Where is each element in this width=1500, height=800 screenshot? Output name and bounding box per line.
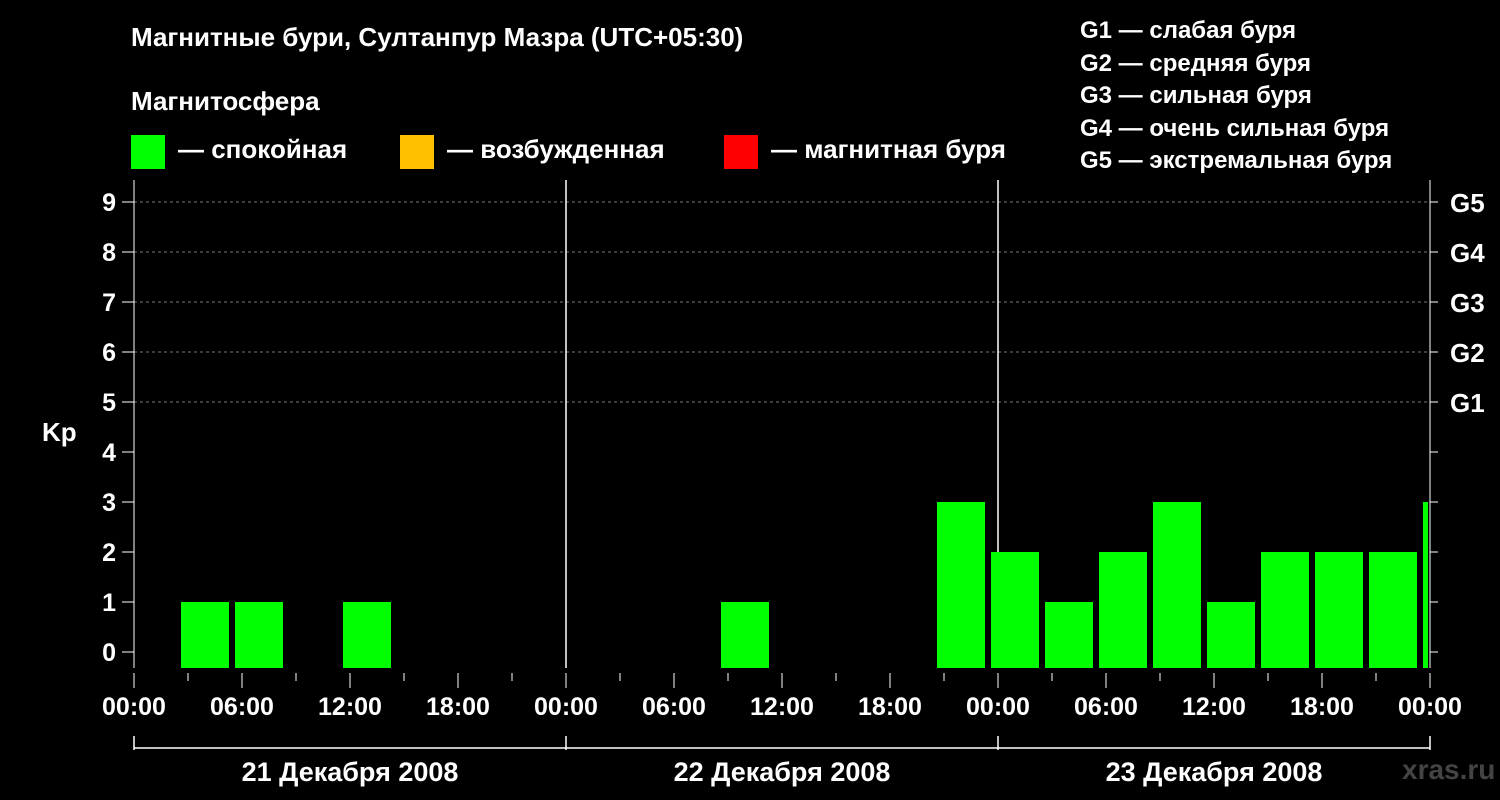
kp-bar xyxy=(1099,552,1147,668)
g-level-label: G1 xyxy=(1450,388,1485,418)
kp-bar xyxy=(1423,502,1428,668)
y-tick-label: 5 xyxy=(102,389,116,417)
day-label: 23 Декабря 2008 xyxy=(1106,757,1323,787)
x-tick-label: 00:00 xyxy=(534,693,598,721)
y-axis-label: Kp xyxy=(42,417,77,447)
x-tick-label: 06:00 xyxy=(210,693,274,721)
y-tick-label: 2 xyxy=(102,539,116,567)
day-label: 22 Декабря 2008 xyxy=(674,757,891,787)
kp-bar xyxy=(721,602,769,668)
kp-bar xyxy=(1369,552,1417,668)
y-tick-label: 0 xyxy=(102,639,116,667)
y-tick-label: 1 xyxy=(102,589,116,617)
x-tick-label: 00:00 xyxy=(966,693,1030,721)
x-tick-label: 18:00 xyxy=(426,693,490,721)
kp-bar xyxy=(937,502,985,668)
x-tick-label: 12:00 xyxy=(750,693,814,721)
day-label: 21 Декабря 2008 xyxy=(242,757,459,787)
kp-bar xyxy=(181,602,229,668)
y-tick-label: 4 xyxy=(102,439,116,467)
x-tick-label: 00:00 xyxy=(102,693,166,721)
y-tick-label: 6 xyxy=(102,339,116,367)
kp-bar xyxy=(991,552,1039,668)
kp-bar xyxy=(1261,552,1309,668)
x-tick-label: 12:00 xyxy=(1182,693,1246,721)
kp-chart: G1 G2 G3 G4 G5 0 1 2 3 4 5 6 7 8 9 Kp 00:00 06:00 12:00 18:… xyxy=(42,180,1485,787)
x-tick-label: 12:00 xyxy=(318,693,382,721)
y-tick-label: 9 xyxy=(102,189,116,217)
x-tick-label: 00:00 xyxy=(1398,693,1462,721)
g-level-label: G2 xyxy=(1450,338,1485,368)
y-tick-label: 8 xyxy=(102,239,116,267)
x-tick-label: 18:00 xyxy=(858,693,922,721)
kp-bar xyxy=(235,602,283,668)
kp-bar xyxy=(1207,602,1255,668)
kp-bar xyxy=(1315,552,1363,668)
g-level-label: G3 xyxy=(1450,288,1485,318)
kp-bar xyxy=(343,602,391,668)
y-tick-label: 7 xyxy=(102,289,116,317)
kp-bar xyxy=(1045,602,1093,668)
kp-bar xyxy=(1153,502,1201,668)
x-tick-label: 18:00 xyxy=(1290,693,1354,721)
g-level-label: G5 xyxy=(1450,188,1485,218)
x-tick-label: 06:00 xyxy=(642,693,706,721)
x-tick-label: 06:00 xyxy=(1074,693,1138,721)
g-level-label: G4 xyxy=(1450,238,1485,268)
watermark: xras.ru xyxy=(1402,754,1496,785)
y-tick-label: 3 xyxy=(102,489,116,517)
